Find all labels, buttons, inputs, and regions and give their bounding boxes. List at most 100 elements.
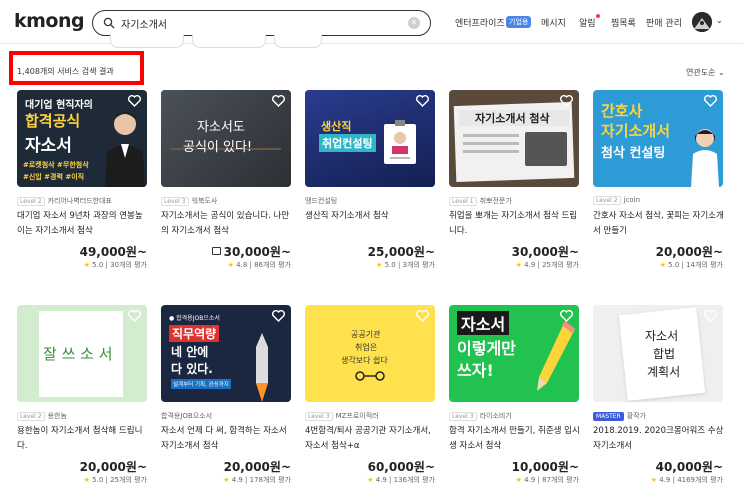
seller-info[interactable]: Level 3 워북도사	[161, 196, 217, 206]
card-title[interactable]: 용한놈이 자기소개서 첨삭해 드립니다.	[17, 424, 149, 456]
card-thumbnail[interactable]: 간호사 자기소개서 첨삭 컨설팅	[593, 90, 723, 187]
seller-name: 용한놈	[47, 412, 67, 420]
card-price: 20,000원~	[655, 245, 723, 259]
price-value: 30,000원~	[223, 245, 291, 259]
seller-info[interactable]: Level 2 카리어나벽터드한대표	[17, 196, 112, 206]
nurse-illustration-icon	[691, 129, 719, 187]
card-thumbnail[interactable]: 공공기관 취업은 생각보다 쉽다	[305, 305, 435, 402]
rating-value: 4.9	[659, 476, 671, 484]
kmong-logo[interactable]: kmong	[14, 10, 85, 32]
thumb-text: 공식이 있다!	[183, 140, 253, 155]
card-thumbnail[interactable]: 잘 쓰 소 서	[17, 305, 147, 402]
heart-icon[interactable]	[560, 95, 573, 107]
card-title[interactable]: 2018.2019. 2020크몽어워즈 수상 자기소개서	[593, 424, 725, 456]
card-rating: ★ 4.9 | 87개의 평가	[515, 476, 579, 484]
card-rating: ★ 4.9 | 178개의 평가	[223, 476, 291, 484]
card-thumbnail[interactable]: 생산직 취업컨설팅	[305, 90, 435, 187]
review-count: 136개의 평가	[393, 476, 435, 484]
review-count: 25개의 평가	[542, 261, 579, 269]
level-badge: Level 3	[305, 412, 333, 421]
card-thumbnail[interactable]: 자소서도 공식이 있다!	[161, 90, 291, 187]
card-title[interactable]: 대기업 자소서 9년차 과장의 연봉높이는 자기소개서 첨삭	[17, 209, 149, 241]
seller-name: jcoin	[623, 196, 641, 204]
card-rating: ★ 5.0 | 30개의 평가	[83, 261, 147, 269]
card-title[interactable]: 취업을 뽀개는 자기소개서 첨삭 드립니다.	[449, 209, 581, 241]
star-icon: ★	[650, 476, 657, 484]
star-icon: ★	[515, 261, 522, 269]
seller-name: 취뽀전문가	[479, 197, 512, 205]
seller-name: 합격용JOB으소서	[161, 412, 213, 420]
card-price: 60,000원~	[367, 460, 435, 474]
heart-icon[interactable]	[704, 310, 717, 322]
filter-chip[interactable]	[110, 34, 184, 48]
thumb-text: 자기소개서	[601, 122, 671, 140]
coupon-icon	[211, 247, 221, 255]
sort-dropdown[interactable]: 연관도순 ⌄	[686, 67, 725, 78]
review-count: 25개의 평가	[110, 476, 147, 484]
thumb-text: 생산직	[321, 120, 352, 133]
card-price: 20,000원~	[223, 460, 291, 474]
card-thumbnail[interactable]: 자소서 이렇게만 쓰자!	[449, 305, 579, 402]
seller-info[interactable]: 땡드컨설팅	[305, 196, 337, 206]
card-thumbnail[interactable]: ● 합격용JOB으소서 직무역량 네 안에 다 있다. 설계부터 기획, 완성까…	[161, 305, 291, 402]
card-thumbnail[interactable]: 자소서 합법 계획서	[593, 305, 723, 402]
card-thumbnail[interactable]: 자기소개서 첨삭	[449, 90, 579, 187]
clear-search-icon[interactable]: ✕	[408, 17, 420, 29]
seller-info[interactable]: MASTER 황작가	[593, 411, 646, 421]
thumb-text: 공공기관	[351, 330, 381, 339]
level-badge: Level 2	[593, 196, 621, 205]
seller-info[interactable]: Level 2 용한놈	[17, 411, 67, 421]
card-thumbnail[interactable]: 대기업 현직자의 합격공식 자소서 #로켓첨삭 #무한첨삭 #신입 #경력 #이…	[17, 90, 147, 187]
nav-favorites[interactable]: 찜목록	[611, 16, 636, 29]
nav-alarm[interactable]: 알림	[579, 16, 596, 29]
card-title[interactable]: 합격 자기소개서 만들기, 취준생 입시생 자소서 첨삭	[449, 424, 581, 456]
review-count: 178개의 평가	[249, 476, 291, 484]
nav-messages[interactable]: 메시지	[541, 16, 566, 29]
card-rating: ★ 4.9 | 4169개의 평가	[650, 476, 723, 484]
thumb-text: 취업컨설팅	[319, 134, 376, 152]
heart-icon[interactable]	[272, 95, 285, 107]
seller-info[interactable]: Level 1 취뽀전문가	[449, 196, 512, 206]
thumb-text: 이렇게만	[457, 339, 516, 358]
seller-info[interactable]: Level 3 라이소비기	[449, 411, 512, 421]
heart-icon[interactable]	[560, 310, 573, 322]
glasses-icon	[355, 371, 385, 381]
chevron-down-icon[interactable]: ⌄	[716, 16, 723, 25]
heart-icon[interactable]	[272, 310, 285, 322]
filter-chip[interactable]	[192, 34, 266, 48]
search-input[interactable]	[121, 15, 391, 31]
thumb-text: 자소서도	[197, 120, 245, 135]
avatar[interactable]	[692, 12, 712, 32]
card-title[interactable]: 자소서 언제 다 써, 합격하는 자소서 자기소개서 첨삭	[161, 424, 293, 456]
thumb-text: #신입 #경력 #이직	[23, 173, 85, 181]
thumb-text: 자소서	[457, 311, 510, 335]
card-price: 20,000원~	[79, 460, 147, 474]
nav-enterprise[interactable]: 엔터프라이즈	[455, 16, 505, 29]
rating-value: 5.0	[384, 261, 396, 269]
search-bar[interactable]: ✕	[92, 10, 431, 36]
card-title[interactable]: 4번합격/퇴사 공공기관 자기소개서,자소서 첨삭+α	[305, 424, 437, 456]
heart-icon[interactable]	[416, 95, 429, 107]
thumb-text: #로켓첨삭 #무한첨삭	[23, 161, 89, 169]
seller-info[interactable]: 합격용JOB으소서	[161, 411, 212, 421]
filter-chip[interactable]	[274, 34, 322, 48]
level-badge: Level 1	[449, 197, 477, 206]
card-rating: ★ 4.8 | 86개의 평가	[227, 261, 291, 269]
heart-icon[interactable]	[416, 310, 429, 322]
heart-icon[interactable]	[128, 95, 141, 107]
star-icon: ★	[83, 261, 90, 269]
seller-info[interactable]: Level 3 MZ프로이적러	[305, 411, 379, 421]
pencil-icon	[537, 321, 575, 391]
card-title[interactable]: 생산직 자기소개서 첨삭	[305, 209, 437, 241]
seller-info[interactable]: Level 2 jcoin	[593, 196, 640, 205]
rating-value: 5.0	[92, 261, 104, 269]
card-price: 30,000원~	[211, 243, 291, 260]
card-price: 25,000원~	[367, 245, 435, 259]
heart-icon[interactable]	[128, 310, 141, 322]
nav-sell-manage[interactable]: 판매 관리	[646, 16, 682, 29]
card-title[interactable]: 자기소개서는 공식이 있습니다. 나만의 자기소개서 첨삭	[161, 209, 293, 241]
thumb-text: 자소서	[645, 329, 679, 343]
heart-icon[interactable]	[704, 95, 717, 107]
card-title[interactable]: 간호사 자소서 첨삭, 꽃피는 자기소개서 만들기	[593, 209, 725, 241]
enterprise-badge: 기업용	[506, 16, 532, 28]
